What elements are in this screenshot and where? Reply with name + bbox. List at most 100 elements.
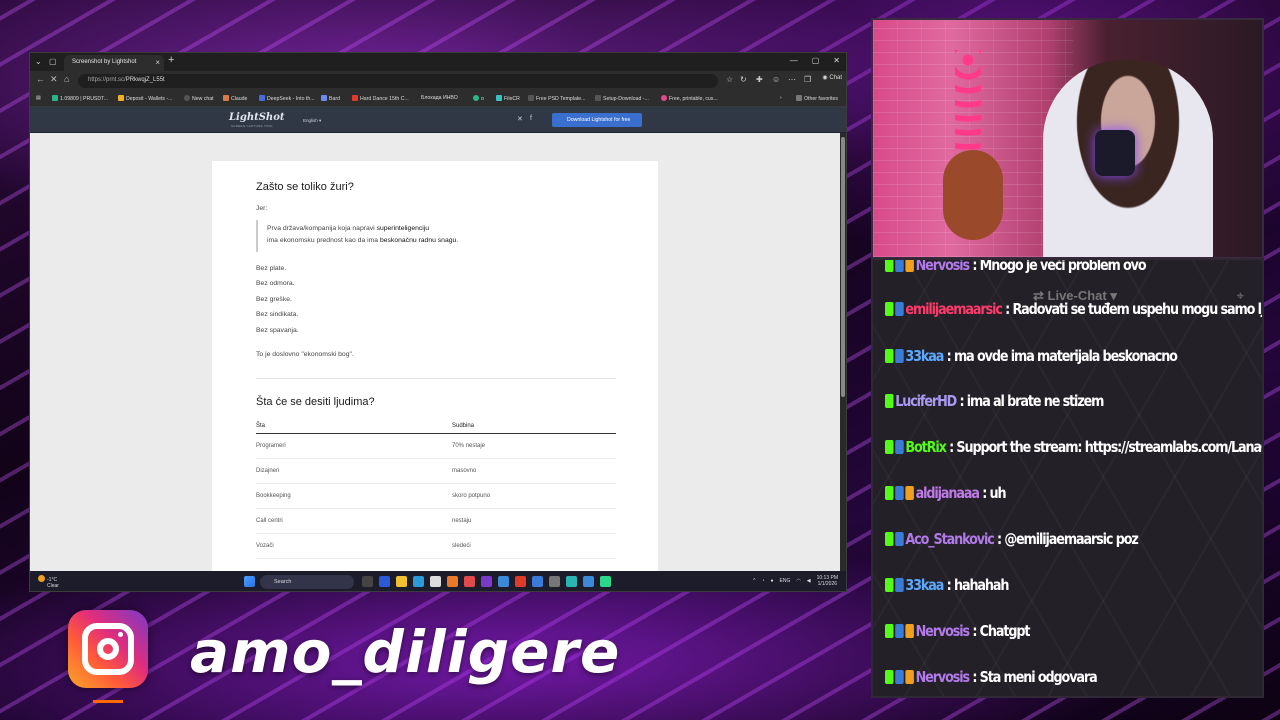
chat-message: Aco_Stankovic : @emilijaemaarsic poz: [885, 530, 1139, 548]
tray-overflow-icon[interactable]: ^: [753, 578, 755, 584]
bookmark-item[interactable]: Deposit - Wallets -...: [118, 95, 173, 102]
address-bar-row: ← ✕ ⌂ https://prnt.sc/PRkwqjZ_L55t ☆ ↻ ✚…: [30, 71, 846, 91]
bookmarks-icon[interactable]: ▤: [36, 95, 41, 101]
obs-icon[interactable]: [549, 576, 560, 587]
chat-message: emilijaemaarsic : Radovati se tuđem uspe…: [885, 300, 1262, 318]
settings-icon[interactable]: ⋯: [788, 75, 796, 84]
instagram-handle: amo_diligere: [190, 618, 621, 686]
download-lightshot-button[interactable]: Download Lightshot for free: [552, 113, 642, 127]
bookmark-item[interactable]: Блокада ИНВО: [421, 95, 458, 101]
list-item: Bez sindikata.: [256, 311, 299, 318]
chat-text: : hahahah: [943, 576, 1010, 594]
weather-widget[interactable]: -1°C Clear: [38, 575, 59, 589]
app-icon[interactable]: [481, 576, 492, 587]
active-tab[interactable]: Screenshot by Lightshot ×: [64, 55, 164, 71]
lightshot-logo[interactable]: LightShot: [229, 112, 285, 123]
chat-message: 33kaa : hahahah: [885, 576, 1010, 594]
edge-icon[interactable]: [413, 576, 424, 587]
bookmark-item[interactable]: FileCR: [496, 95, 520, 102]
new-tab-button[interactable]: +: [168, 54, 174, 66]
bookmark-item[interactable]: 1.09809 | PRUSDT...: [52, 95, 108, 102]
store-icon[interactable]: [430, 576, 441, 587]
kick-badge-icon: [885, 670, 894, 684]
chevron-right-icon[interactable]: ›: [780, 95, 782, 101]
bookmark-item[interactable]: DeepSeek - Into th...: [259, 95, 315, 102]
chat-username[interactable]: Nervosis: [916, 668, 970, 686]
app-icon[interactable]: [566, 576, 577, 587]
input-language[interactable]: ENG: [780, 578, 791, 584]
back-icon[interactable]: ←: [36, 74, 45, 84]
chat-username[interactable]: LuciferHD: [895, 392, 957, 410]
app-icon[interactable]: [532, 576, 543, 587]
tab-menu-icon[interactable]: ⌄: [35, 57, 42, 66]
bookmark-item[interactable]: Free, printable, cus...: [661, 95, 718, 102]
refresh-icon[interactable]: ↻: [740, 75, 747, 84]
table-row: Programeri 70% nestaje: [256, 434, 616, 459]
gifter-badge-icon: [905, 486, 914, 500]
system-tray: ^ ◔ ● ENG ◠ ◀ 10:13 PM 1/1/2026: [753, 575, 838, 587]
chat-message: 33kaa : ma ovde ima materijala beskonacn…: [885, 347, 1178, 365]
maximize-button[interactable]: ▢: [812, 56, 820, 65]
volume-icon[interactable]: ◀: [807, 578, 811, 584]
bookmark-item[interactable]: New chat: [184, 95, 214, 102]
stop-icon[interactable]: ✕: [50, 74, 58, 85]
chat-username[interactable]: aldijanaaa: [916, 484, 980, 502]
profile-icon[interactable]: ☺: [772, 75, 780, 84]
scrollbar-thumb[interactable]: [841, 137, 845, 397]
task-view-icon[interactable]: [362, 576, 373, 587]
collections-icon[interactable]: ❐: [804, 75, 811, 84]
microphone-icon[interactable]: ●: [770, 578, 773, 584]
app-icon[interactable]: [600, 576, 611, 587]
chat-username[interactable]: emilijaemaarsic: [905, 300, 1003, 318]
chat-text: : @emilijaemaarsic poz: [993, 530, 1139, 548]
other-favorites[interactable]: Other favorites: [796, 95, 838, 102]
app-icon[interactable]: [447, 576, 458, 587]
home-icon[interactable]: ⌂: [64, 74, 69, 84]
webcam-feed: [871, 18, 1264, 259]
steam-icon[interactable]: [498, 576, 509, 587]
facebook-icon[interactable]: f: [530, 115, 532, 122]
twitter-icon[interactable]: ✕: [517, 115, 523, 123]
app-icon[interactable]: [464, 576, 475, 587]
tab-title: Screenshot by Lightshot: [72, 59, 137, 65]
copilot-chat-button[interactable]: ◉ Chat: [822, 74, 842, 81]
subscriber-badge-icon: [895, 349, 904, 363]
taskbar-search[interactable]: Search: [260, 575, 354, 589]
close-tab-icon[interactable]: ×: [155, 58, 160, 67]
chat-username[interactable]: BotRix: [905, 438, 946, 456]
chat-message: BotRix : Support the stream: https://str…: [885, 438, 1262, 456]
address-bar[interactable]: https://prnt.sc/PRkwqjZ_L55t: [78, 74, 718, 88]
chat-username[interactable]: Nervosis: [916, 260, 970, 274]
bookmark-item[interactable]: Setup-Download -...: [595, 95, 649, 102]
wifi-icon[interactable]: ◠: [796, 578, 800, 584]
minimize-button[interactable]: —: [790, 56, 798, 65]
kick-badge-icon: [885, 394, 894, 408]
network-icon[interactable]: ◔: [761, 578, 764, 584]
chat-message: Nervosis : Mnogo je veći problem ovo: [885, 260, 1147, 274]
clock[interactable]: 10:13 PM 1/1/2026: [817, 575, 838, 587]
chat-username[interactable]: 33kaa: [905, 347, 944, 365]
bookmark-item[interactable]: Free PSD Template...: [528, 95, 586, 102]
subscriber-badge-icon: [895, 578, 904, 592]
extensions-icon[interactable]: ✚: [756, 75, 763, 84]
chat-username[interactable]: Aco_Stankovic: [905, 530, 994, 548]
file-explorer-icon[interactable]: [396, 576, 407, 587]
brave-icon[interactable]: [515, 576, 526, 587]
app-icon[interactable]: [583, 576, 594, 587]
chat-message: Nervosis : Sta meni odgovara: [885, 668, 1098, 686]
conclusion-text: To je doslovno "ekonomski bog".: [256, 351, 354, 358]
chat-username[interactable]: Nervosis: [916, 622, 970, 640]
bookmark-item[interactable]: Bard: [321, 95, 340, 102]
language-select[interactable]: English ▾: [303, 118, 321, 124]
bookmark-item[interactable]: Hard Dance 15th C...: [352, 95, 409, 102]
start-button[interactable]: [244, 576, 255, 587]
favorite-star-icon[interactable]: ☆: [726, 75, 733, 84]
workspaces-icon[interactable]: ▢: [49, 57, 57, 66]
chat-username[interactable]: 33kaa: [905, 576, 944, 594]
app-icon[interactable]: [379, 576, 390, 587]
bookmark-item[interactable]: Claude: [223, 95, 247, 102]
bookmark-item[interactable]: o: [473, 95, 484, 102]
close-window-button[interactable]: ✕: [833, 56, 840, 65]
page-scrollbar[interactable]: [840, 133, 846, 577]
text-jer: Jer:: [256, 205, 268, 212]
